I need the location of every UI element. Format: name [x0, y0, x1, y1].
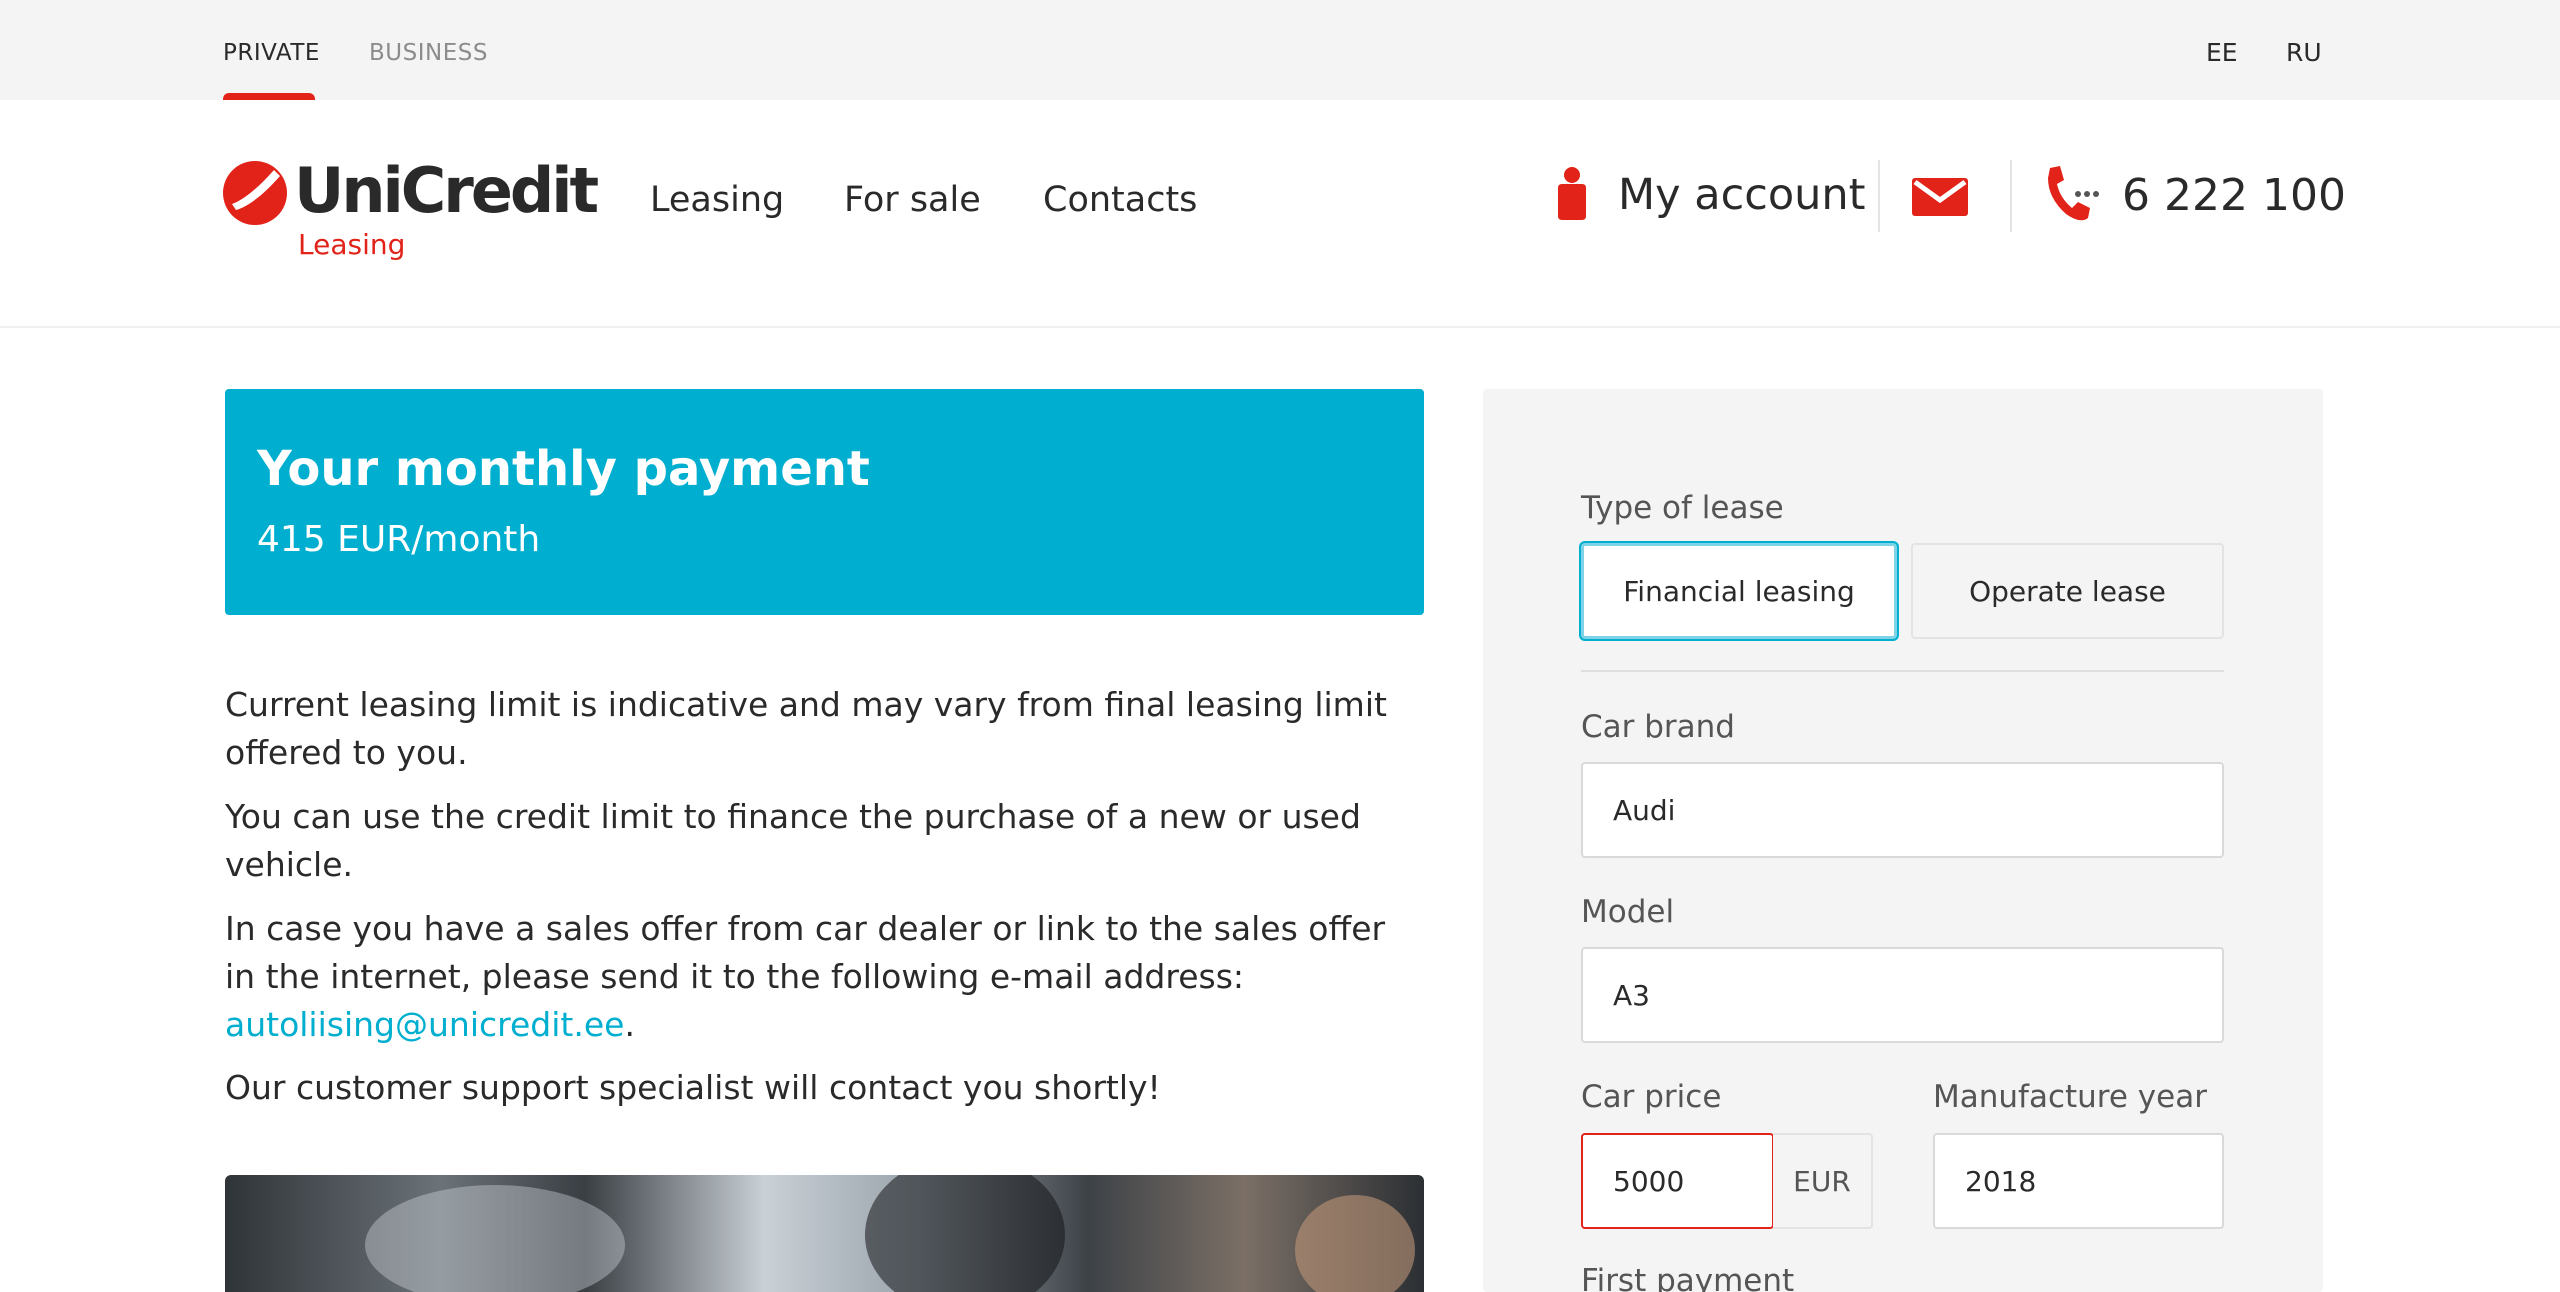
top-utility-bar: PRIVATE BUSINESS EE RU: [0, 0, 2560, 100]
car-brand-label: Car brand: [1581, 709, 1735, 745]
financial-leasing-button[interactable]: Financial leasing: [1581, 543, 1897, 639]
monthly-payment-value: 415 EUR/month: [257, 519, 541, 560]
mail-icon[interactable]: [1912, 178, 1968, 216]
logo-wordmark: UniCredit: [294, 154, 599, 227]
info-paragraph-end: .: [624, 1005, 635, 1044]
user-icon[interactable]: [1554, 166, 1590, 220]
info-paragraph-text: In case you have a sales offer from car …: [225, 909, 1386, 996]
unicredit-leasing-logo[interactable]: UniCredit Leasing: [222, 154, 599, 268]
phone-icon: [2048, 166, 2099, 221]
header-divider: [1878, 160, 1880, 232]
lease-type-label: Type of lease: [1581, 490, 1784, 526]
manufacture-year-label: Manufacture year: [1933, 1079, 2207, 1115]
info-paragraph: You can use the credit limit to finance …: [225, 797, 1361, 884]
my-account-link[interactable]: My account: [1618, 170, 1866, 220]
first-payment-label: First payment: [1581, 1263, 1795, 1292]
form-divider: [1581, 670, 2224, 672]
nav-link-for-sale[interactable]: For sale: [844, 180, 981, 220]
car-price-label: Car price: [1581, 1079, 1722, 1115]
segment-tab-private[interactable]: PRIVATE: [223, 40, 320, 66]
logo-subtitle: Leasing: [298, 228, 406, 261]
monthly-payment-box: Your monthly payment 415 EUR/month: [225, 389, 1424, 615]
language-ee-link[interactable]: EE: [2206, 38, 2238, 67]
car-interior-photo: [225, 1175, 1424, 1292]
car-price-field[interactable]: [1581, 1133, 1774, 1229]
info-paragraph: Our customer support specialist will con…: [225, 1068, 1161, 1107]
main-header: UniCredit Leasing Leasing For sale Conta…: [0, 100, 2560, 328]
model-field[interactable]: [1581, 947, 2224, 1043]
language-ru-link[interactable]: RU: [2286, 38, 2322, 67]
info-paragraph-contact: In case you have a sales offer from car …: [225, 905, 1425, 1049]
car-brand-field[interactable]: [1581, 762, 2224, 858]
nav-link-leasing[interactable]: Leasing: [650, 180, 784, 220]
info-paragraph: Current leasing limit is indicative and …: [225, 685, 1387, 772]
monthly-payment-title: Your monthly payment: [257, 441, 870, 497]
header-divider: [2010, 160, 2012, 232]
phone-number-link[interactable]: 6 222 100: [2122, 170, 2346, 221]
nav-link-contacts[interactable]: Contacts: [1043, 180, 1197, 220]
active-segment-indicator: [223, 93, 315, 100]
unicredit-logo-icon: [223, 161, 287, 225]
price-unit-label: EUR: [1773, 1133, 1873, 1229]
manufacture-year-field[interactable]: [1933, 1133, 2224, 1229]
segment-tab-business[interactable]: BUSINESS: [369, 40, 488, 66]
operate-lease-button[interactable]: Operate lease: [1911, 543, 2224, 639]
email-link[interactable]: autoliising@unicredit.ee: [225, 1005, 624, 1044]
model-label: Model: [1581, 894, 1675, 930]
